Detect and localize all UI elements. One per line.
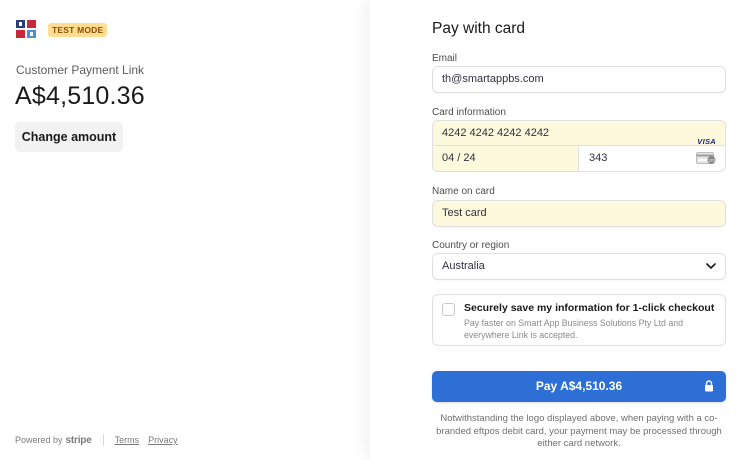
privacy-link[interactable]: Privacy (148, 435, 178, 445)
card-cvc-field[interactable]: 343 123 (579, 146, 725, 171)
order-summary-panel: TEST MODE Customer Payment Link A$4,510.… (0, 0, 370, 460)
powered-by-text: Powered by (15, 435, 63, 445)
business-logo-icon[interactable] (16, 20, 36, 38)
country-select[interactable]: Australia (432, 253, 726, 280)
total-amount: A$4,510.36 (15, 82, 145, 110)
email-field[interactable]: th@smartappbs.com (432, 66, 726, 93)
save-info-option: Securely save my information for 1-click… (432, 294, 726, 346)
card-info-label: Card information (432, 107, 506, 118)
chevron-down-icon (706, 263, 716, 269)
save-info-description: Pay faster on Smart App Business Solutio… (464, 318, 684, 340)
save-info-checkbox[interactable] (442, 303, 455, 316)
save-info-title[interactable]: Securely save my information for 1-click… (464, 302, 714, 314)
name-on-card-label: Name on card (432, 186, 495, 197)
change-amount-button[interactable]: Change amount (15, 122, 123, 152)
card-number-field[interactable]: 4242 4242 4242 4242 VISA (433, 121, 725, 146)
card-cvc-value: 343 (589, 152, 608, 164)
card-number-value: 4242 4242 4242 4242 (442, 127, 550, 139)
footer: Powered by stripe Terms Privacy (15, 434, 187, 446)
card-expiry-field[interactable]: 04 / 24 (433, 146, 579, 171)
country-value: Australia (442, 260, 485, 272)
svg-text:123: 123 (708, 158, 715, 163)
email-label: Email (432, 53, 458, 64)
lock-icon (705, 380, 713, 392)
card-info-group: 4242 4242 4242 4242 VISA 04 / 24 343 123 (432, 120, 726, 172)
cvc-card-icon: 123 (696, 152, 716, 164)
product-name: Customer Payment Link (16, 63, 145, 77)
payment-form-panel: Pay with card Email th@smartappbs.com Ca… (370, 0, 752, 460)
cobranded-card-notice: Notwithstanding the logo displayed above… (436, 413, 722, 449)
country-label: Country or region (432, 240, 510, 251)
pay-button-label: Pay A$4,510.36 (535, 379, 623, 393)
terms-link[interactable]: Terms (115, 435, 140, 445)
footer-divider (102, 434, 104, 446)
stripe-logo[interactable]: stripe (66, 435, 92, 446)
form-heading: Pay with card (432, 20, 526, 37)
test-mode-badge: TEST MODE (48, 23, 108, 37)
pay-button[interactable]: Pay A$4,510.36 (432, 371, 726, 402)
name-on-card-field[interactable]: Test card (432, 200, 726, 227)
